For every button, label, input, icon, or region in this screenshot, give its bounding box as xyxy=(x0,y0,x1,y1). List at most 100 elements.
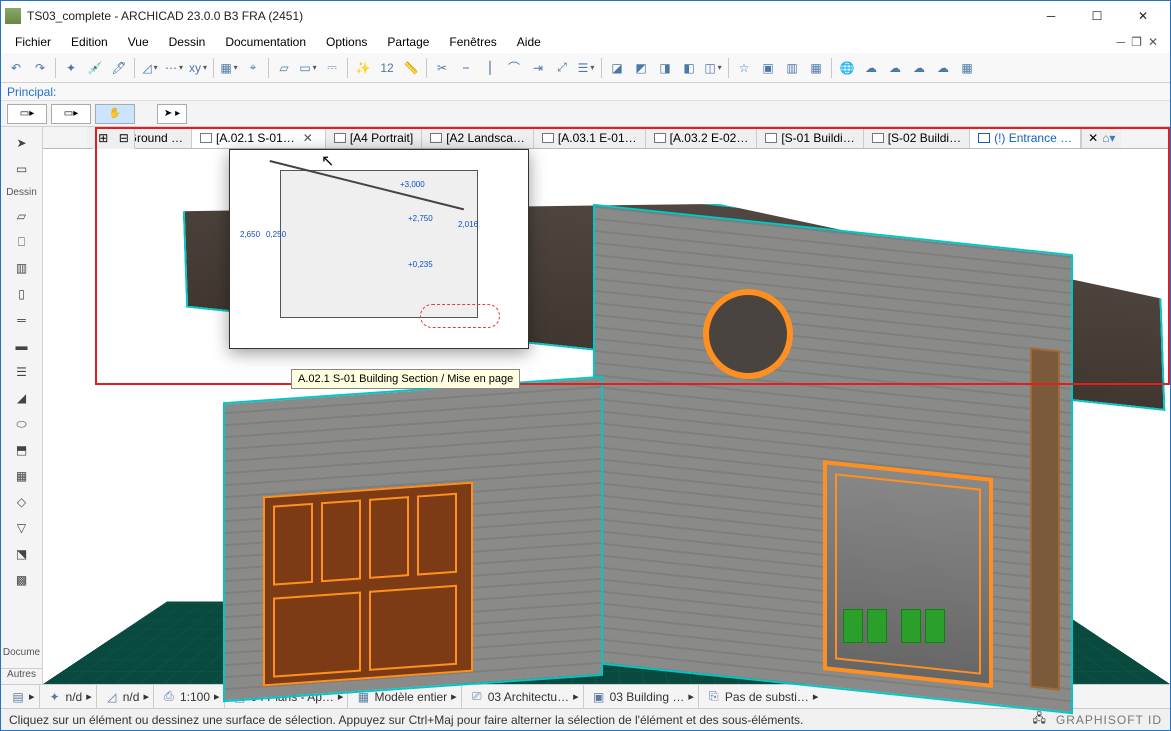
elev-button[interactable]: ▥ xyxy=(781,57,803,79)
override-set[interactable]: Pas de substi… xyxy=(725,690,809,704)
layout-icon[interactable]: ▣ xyxy=(592,690,606,704)
cloud1-button[interactable]: ☁ xyxy=(860,57,882,79)
cut-button[interactable]: ✂ xyxy=(431,57,453,79)
layout-set[interactable]: 03 Building … xyxy=(610,690,685,704)
model-filter[interactable]: Modèle entier xyxy=(374,690,447,704)
resize-button[interactable]: ⤢ xyxy=(551,57,573,79)
doc-restore-icon[interactable]: ❐ xyxy=(1131,35,1142,49)
tab-a032[interactable]: [A.03.2 E-02… xyxy=(646,127,758,148)
tab-a031[interactable]: [A.03.1 E-01… xyxy=(534,127,646,148)
angle-dropdown[interactable]: ◿ xyxy=(139,57,161,79)
snap-button[interactable]: ⌖ xyxy=(242,57,264,79)
menu-fichier[interactable]: Fichier xyxy=(7,32,59,52)
tool-roof[interactable]: ◢ xyxy=(7,386,37,410)
pick-button[interactable]: ✦ xyxy=(60,57,82,79)
tab-new-icon[interactable]: ⌂▾ xyxy=(1102,131,1115,145)
dashline-dropdown[interactable]: ⋯ xyxy=(163,57,185,79)
menu-edition[interactable]: Edition xyxy=(63,32,116,52)
cloud3-button[interactable]: ☁ xyxy=(908,57,930,79)
graphisoft-id[interactable]: GRAPHISOFT ID xyxy=(1056,713,1162,727)
solid4-button[interactable]: ◧ xyxy=(678,57,700,79)
override-icon[interactable]: ⎘ xyxy=(707,690,721,704)
tool-marquee[interactable]: ▭ xyxy=(7,157,37,181)
xy-dropdown[interactable]: xy xyxy=(187,57,209,79)
layer-icon[interactable]: ▤ xyxy=(11,690,25,704)
mode-hand[interactable]: ✋ xyxy=(95,104,135,124)
doc-close-icon[interactable]: ✕ xyxy=(1148,35,1158,49)
maximize-button[interactable]: ☐ xyxy=(1074,2,1120,30)
relation-dd[interactable]: ☰ xyxy=(575,57,597,79)
tool-wall[interactable]: ▱ xyxy=(7,204,37,228)
globe-button[interactable]: 🌐 xyxy=(836,57,858,79)
tool-column[interactable]: ▯ xyxy=(7,282,37,306)
fav-button[interactable]: ☆ xyxy=(733,57,755,79)
menu-options[interactable]: Options xyxy=(318,32,375,52)
menu-vue[interactable]: Vue xyxy=(120,32,157,52)
tool-skylight[interactable]: ⬒ xyxy=(7,438,37,462)
menu-documentation[interactable]: Documentation xyxy=(217,32,314,52)
view-set[interactable]: 03 Architectu… xyxy=(488,690,569,704)
ruler12-button[interactable]: 12 xyxy=(376,57,398,79)
menu-partage[interactable]: Partage xyxy=(379,32,437,52)
mode-arrow[interactable]: ➤ ▸ xyxy=(157,104,187,124)
layer-dropdown[interactable]: ▭ xyxy=(297,57,319,79)
mode-select[interactable]: ▭▸ xyxy=(51,104,91,124)
redo-button[interactable]: ↷ xyxy=(29,57,51,79)
tool-shell[interactable]: ⬭ xyxy=(7,412,37,436)
menu-dessin[interactable]: Dessin xyxy=(161,32,214,52)
fillet-button[interactable]: ⌒ xyxy=(503,57,525,79)
tool-door[interactable]: ⎕ xyxy=(7,230,37,254)
view-icon[interactable]: ⎚ xyxy=(470,690,484,704)
solid-dd[interactable]: ◫ xyxy=(702,57,724,79)
tab-s01[interactable]: [S-01 Buildi… xyxy=(757,127,863,148)
tool-window[interactable]: ▥ xyxy=(7,256,37,280)
tab-close-icon[interactable]: ✕ xyxy=(299,131,317,145)
minimize-button[interactable]: ─ xyxy=(1028,2,1074,30)
zoom-value[interactable]: 1:100 xyxy=(180,690,210,704)
tab-tree-icon[interactable]: ⊟ xyxy=(119,131,129,145)
solid1-button[interactable]: ◪ xyxy=(606,57,628,79)
magic-button[interactable]: ✨ xyxy=(352,57,374,79)
tool-slab[interactable]: ▬ xyxy=(7,334,37,358)
tab-overview-icon[interactable]: ⊞ xyxy=(98,131,108,145)
persp-button[interactable]: ▦ xyxy=(805,57,827,79)
mode-marquee[interactable]: ▭▸ xyxy=(7,104,47,124)
tab-s02[interactable]: [S-02 Buildi… xyxy=(864,127,970,148)
gravity-button[interactable]: ⎓ xyxy=(321,57,343,79)
trim-button[interactable]: ⎯ xyxy=(455,57,477,79)
tab-close-all-icon[interactable]: ✕ xyxy=(1088,131,1098,145)
split-button[interactable]: ⎮ xyxy=(479,57,501,79)
solid3-button[interactable]: ◨ xyxy=(654,57,676,79)
3d-viewport[interactable] xyxy=(43,149,1170,684)
network-icon[interactable]: 🖧 xyxy=(1032,709,1045,730)
tool-arrow[interactable]: ➤ xyxy=(7,131,37,155)
tab-a2[interactable]: [A2 Landsca… xyxy=(422,127,534,148)
tool-stair[interactable]: ☰ xyxy=(7,360,37,384)
viewport-area[interactable]: ⊞ ⊟ [0. Ground … [A.02.1 S-01…✕ [A4 Port… xyxy=(43,127,1170,684)
offset-button[interactable]: ⇥ xyxy=(527,57,549,79)
plane-button[interactable]: ▱ xyxy=(273,57,295,79)
tab-entrance[interactable]: (!) Entrance … xyxy=(970,127,1081,148)
solid2-button[interactable]: ◩ xyxy=(630,57,652,79)
cloud2-button[interactable]: ☁ xyxy=(884,57,906,79)
undo-button[interactable]: ↶ xyxy=(5,57,27,79)
eyedropper-button[interactable]: 🖊 xyxy=(108,57,130,79)
ruler-button[interactable]: 📏 xyxy=(400,57,422,79)
tool-beam[interactable]: ═ xyxy=(7,308,37,332)
3d-button[interactable]: ▣ xyxy=(757,57,779,79)
tool-cw[interactable]: ▦ xyxy=(7,464,37,488)
tab-a021[interactable]: [A.02.1 S-01…✕ xyxy=(192,127,326,148)
tool-morph[interactable]: ◇ xyxy=(7,490,37,514)
doc-minimize-icon[interactable]: ─ xyxy=(1117,35,1126,49)
grid-dropdown[interactable]: ▦ xyxy=(218,57,240,79)
menu-fenetres[interactable]: Fenêtres xyxy=(441,32,504,52)
tab-a4[interactable]: [A4 Portrait] xyxy=(326,127,422,148)
tool-mesh[interactable]: ▩ xyxy=(7,568,37,592)
menu-aide[interactable]: Aide xyxy=(509,32,549,52)
scale-icon[interactable]: ⎙ xyxy=(162,690,176,704)
cloud5-button[interactable]: ▦ xyxy=(956,57,978,79)
tool-object[interactable]: ▽ xyxy=(7,516,37,540)
tool-zone[interactable]: ⬔ xyxy=(7,542,37,566)
syringe-button[interactable]: 💉 xyxy=(84,57,106,79)
close-button[interactable]: ✕ xyxy=(1120,2,1166,30)
